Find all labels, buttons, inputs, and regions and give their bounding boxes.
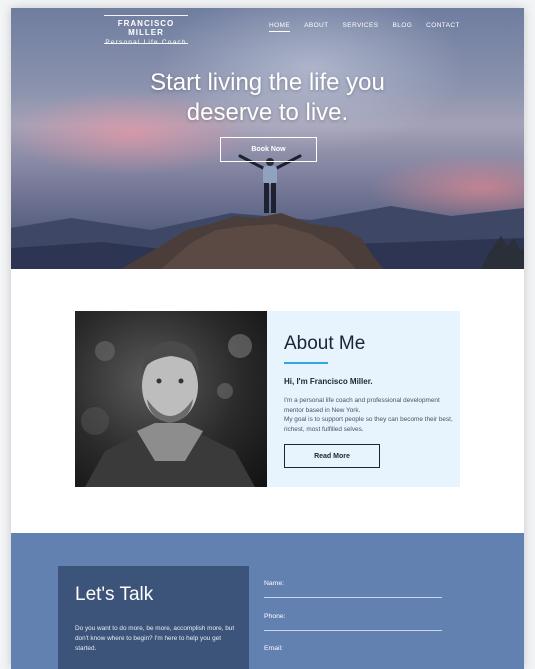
hero-title-line-1: Start living the life you [150,69,385,96]
email-field-label: Email: [264,645,283,652]
nav-item-contact[interactable]: CONTACT [426,22,460,32]
page: FRANCISCO MILLER Personal Life Coach HOM… [11,8,524,669]
brand-tagline: Personal Life Coach [105,39,187,46]
nav-item-blog[interactable]: BLOG [392,22,412,32]
main-nav: HOME ABOUT SERVICES BLOG CONTACT [269,22,460,32]
nav-item-home[interactable]: HOME [269,22,291,32]
hero-section: FRANCISCO MILLER Personal Life Coach HOM… [11,8,524,269]
brand-logo[interactable]: FRANCISCO MILLER Personal Life Coach [104,15,188,46]
email-field[interactable]: Email: [264,645,442,652]
name-field[interactable]: Name: [264,580,442,598]
brand-name: FRANCISCO MILLER [117,19,175,37]
about-card: About Me Hi, I'm Francisco Miller. I'm a… [267,311,460,487]
about-text-2: My goal is to support people so they can… [284,416,453,433]
read-more-button[interactable]: Read More [284,444,380,468]
contact-section: Let's Talk Do you want to do more, be mo… [11,533,524,669]
lets-talk-box: Let's Talk Do you want to do more, be mo… [58,566,249,669]
phone-field-underline [264,630,442,631]
portrait-illustration [81,334,255,487]
about-title: About Me [284,333,366,354]
phone-field[interactable]: Phone: [264,613,442,631]
about-description: I'm a personal life coach and profession… [284,396,454,434]
coach-portrait-photo [75,311,267,487]
book-now-button[interactable]: Book Now [220,137,317,162]
about-greeting: Hi, I'm Francisco Miller. [284,377,373,386]
nav-item-about[interactable]: ABOUT [304,22,328,32]
hero-title-line-2: deserve to live. [186,99,349,126]
about-title-underline [284,362,328,364]
nav-item-services[interactable]: SERVICES [343,22,379,32]
name-field-label: Name: [264,580,285,587]
about-text-1: I'm a personal life coach and profession… [284,397,440,414]
phone-field-label: Phone: [264,613,286,620]
name-field-underline [264,597,442,598]
contact-description: Do you want to do more, be more, accompl… [75,625,235,652]
contact-title: Let's Talk [75,584,154,605]
hero-title: Start living the life you deserve to liv… [11,68,524,128]
